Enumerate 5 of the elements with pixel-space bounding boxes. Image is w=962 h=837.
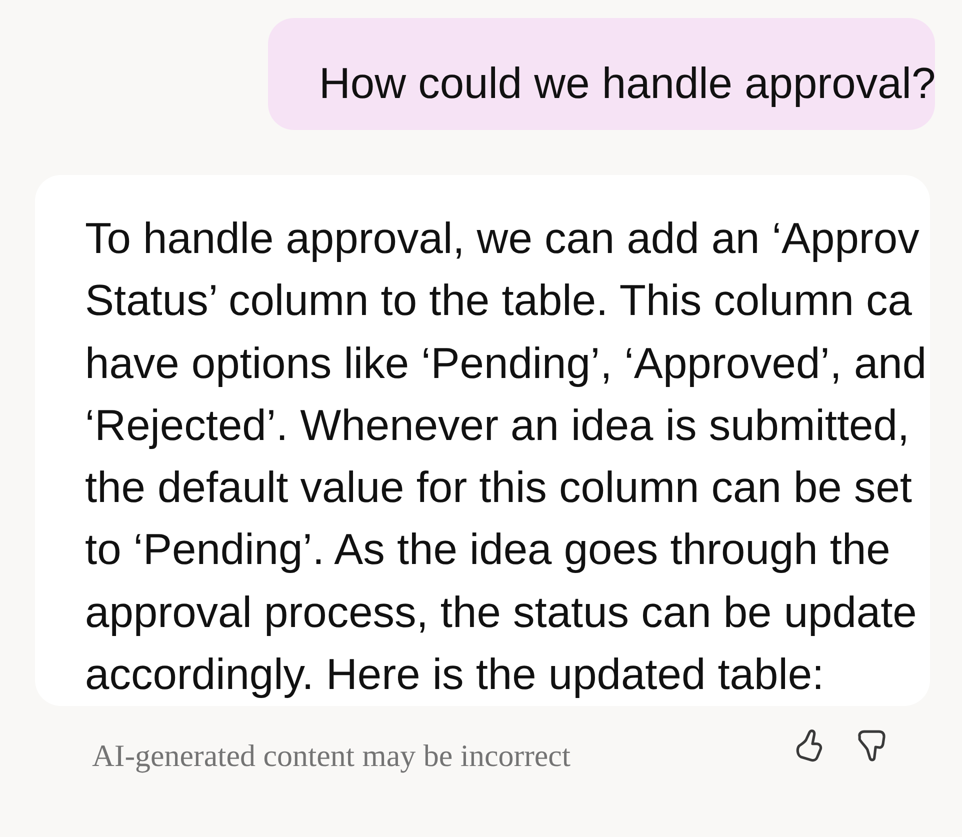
thumbs-down-icon[interactable] [857, 730, 886, 762]
disclaimer-text: AI-generated content may be incorrect [92, 738, 571, 774]
response-text: To handle approval, we can add an ‘Approv Status’ column to the table. This column ca have options like ‘Pending’, ‘Approved’, and ‘Rejected’. Whenever an idea is submitted, the default value for this column can be set to ‘Pending’. As the idea goes through the approval process, the status can be update accordingly. Here is the updated table: [85, 214, 927, 702]
message-text: How could we handle approval? [319, 60, 936, 109]
thumbs-up-icon[interactable] [795, 728, 823, 762]
